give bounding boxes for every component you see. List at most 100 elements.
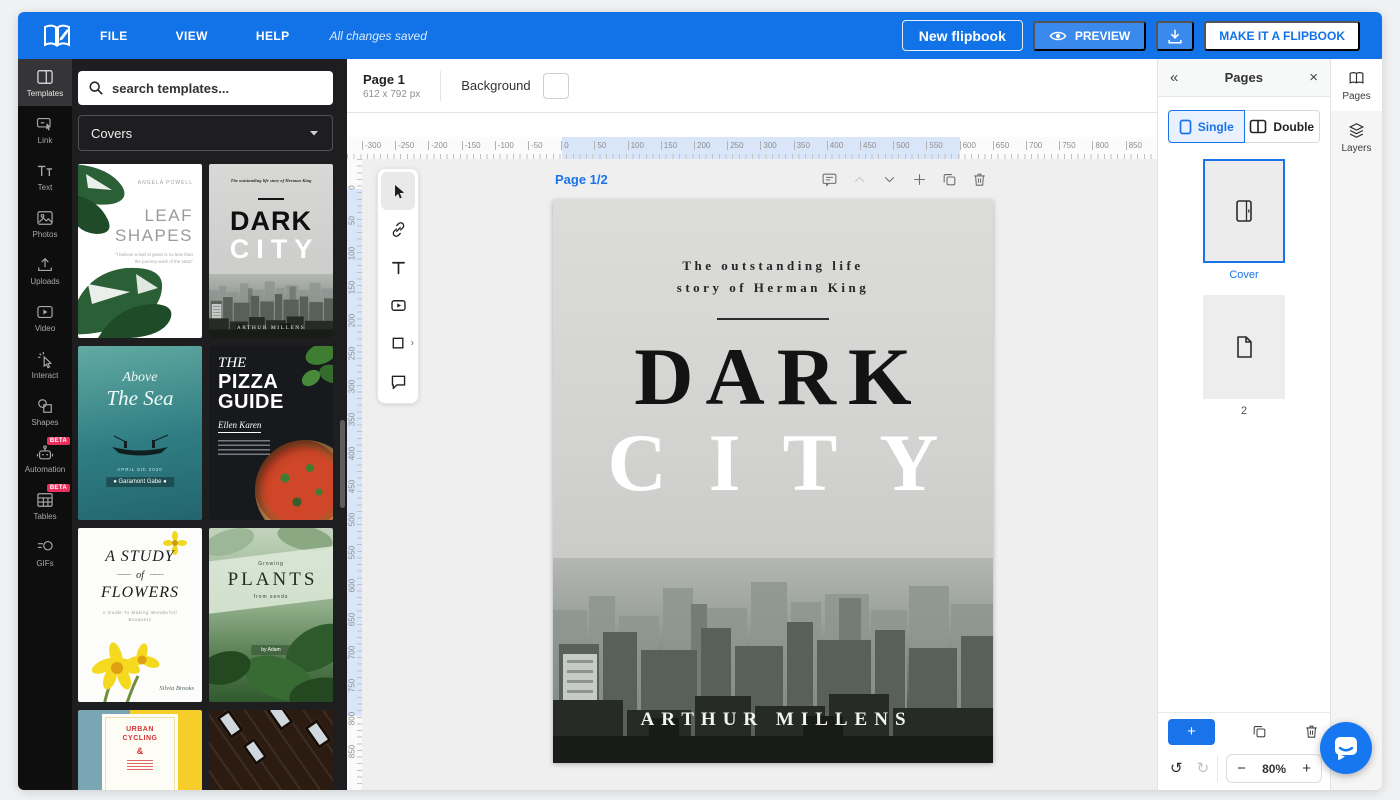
chat-widget-button[interactable] bbox=[1320, 722, 1372, 774]
sidebar-item-text[interactable]: Text bbox=[18, 153, 72, 200]
menu-view[interactable]: VIEW bbox=[176, 29, 208, 43]
cover-tagline[interactable]: The outstanding life story of Herman Kin… bbox=[553, 255, 993, 299]
template-card-leaf-shapes[interactable]: ANGELA POWELL LEAF SHAPES "I believe a l… bbox=[78, 164, 202, 338]
sidebar-item-photos[interactable]: Photos bbox=[18, 200, 72, 247]
collapse-panel-button[interactable]: « bbox=[1170, 69, 1178, 86]
sidebar-item-interact[interactable]: Interact bbox=[18, 341, 72, 388]
single-view-button[interactable]: Single bbox=[1168, 110, 1245, 143]
page-canvas[interactable]: The outstanding life story of Herman Kin… bbox=[553, 200, 993, 763]
duplicate-page-icon[interactable] bbox=[941, 171, 958, 188]
ruler-label: 50 bbox=[594, 141, 606, 150]
cover-divider[interactable] bbox=[717, 318, 829, 320]
canvas-workspace[interactable]: 0501001502002503003504004505005506006507… bbox=[347, 159, 1157, 790]
new-flipbook-button[interactable]: New flipbook bbox=[902, 20, 1023, 51]
template-card-above-the-sea[interactable]: Above The Sea APRIL 6th 2020 ● Garamont … bbox=[78, 346, 202, 520]
ruler-label: -200 bbox=[428, 141, 447, 150]
sidebar-item-automation[interactable]: AutomationBETA bbox=[18, 435, 72, 482]
sidebar-item-tables[interactable]: TablesBETA bbox=[18, 482, 72, 529]
search-input[interactable] bbox=[112, 81, 323, 96]
download-button[interactable] bbox=[1156, 21, 1194, 51]
template-card-living[interactable]: LIVING bbox=[209, 710, 333, 790]
card-ampersand: & bbox=[78, 746, 202, 756]
cover-title-city[interactable]: CITY bbox=[553, 422, 993, 504]
pages-panel-title: Pages bbox=[1225, 70, 1263, 85]
card-title: CITY bbox=[209, 234, 333, 265]
menu-file[interactable]: FILE bbox=[100, 29, 128, 43]
move-page-up-icon[interactable] bbox=[851, 171, 868, 188]
vertical-ruler: 0501001502002503003504004505005506006507… bbox=[347, 159, 362, 790]
ruler-label: 400 bbox=[348, 440, 357, 466]
cover-title-dark[interactable]: DARK bbox=[553, 336, 993, 418]
delete-page-icon[interactable] bbox=[1303, 723, 1320, 740]
preview-button[interactable]: PREVIEW bbox=[1033, 21, 1146, 51]
ruler-label: 600 bbox=[960, 141, 976, 150]
background-label: Background bbox=[461, 78, 530, 93]
ruler-label: -50 bbox=[528, 141, 543, 150]
delete-page-icon[interactable] bbox=[971, 171, 988, 188]
card-title: LEAF SHAPES bbox=[115, 206, 193, 245]
template-search-box[interactable] bbox=[78, 71, 333, 105]
sidebar-item-video[interactable]: Video bbox=[18, 294, 72, 341]
sidebar-item-uploads[interactable]: Uploads bbox=[18, 247, 72, 294]
panel-scrollbar[interactable] bbox=[340, 420, 345, 508]
template-card-study-of-flowers[interactable]: A STUDY of FLOWERS A Guide To Making Won… bbox=[78, 528, 202, 702]
template-card-plants[interactable]: Growing PLANTS from seeds by Adam bbox=[209, 528, 333, 702]
tables-icon bbox=[35, 490, 55, 510]
template-card-urban-cycling[interactable]: URBAN CYCLING & bbox=[78, 710, 202, 790]
zoom-out-button[interactable]: − bbox=[1237, 761, 1246, 776]
video-tool[interactable] bbox=[381, 286, 415, 324]
sidebar-item-templates[interactable]: Templates bbox=[18, 59, 72, 106]
link-tool[interactable] bbox=[381, 210, 415, 248]
download-icon bbox=[1166, 27, 1184, 45]
duplicate-page-icon[interactable] bbox=[1251, 723, 1268, 740]
double-view-button[interactable]: Double bbox=[1245, 110, 1321, 143]
text-tool[interactable] bbox=[381, 248, 415, 286]
ruler-label: 250 bbox=[348, 341, 357, 367]
double-page-icon bbox=[1249, 119, 1267, 134]
category-selected-value: Covers bbox=[91, 126, 132, 141]
template-card-dark-city[interactable]: The outstanding life story of Herman Kin… bbox=[209, 164, 333, 338]
boat-art bbox=[104, 434, 176, 458]
sidebar-item-label: Templates bbox=[27, 89, 63, 98]
flipsnack-logo-icon[interactable] bbox=[42, 23, 72, 49]
shape-tool[interactable]: › bbox=[381, 324, 415, 362]
card-pre-title: Growing bbox=[209, 561, 333, 567]
topbar-actions: New flipbook PREVIEW MAKE IT A FLIPBOOK bbox=[902, 20, 1360, 51]
page-thumbnail-2[interactable] bbox=[1203, 295, 1285, 399]
tab-layers[interactable]: Layers bbox=[1331, 111, 1382, 163]
square-icon bbox=[389, 334, 408, 353]
sidebar-item-link[interactable]: Link bbox=[18, 106, 72, 153]
sidebar-item-label: Photos bbox=[33, 230, 58, 239]
sidebar-item-shapes[interactable]: Shapes bbox=[18, 388, 72, 435]
close-panel-button[interactable]: × bbox=[1309, 69, 1318, 86]
thumbnail-caption-cover: Cover bbox=[1158, 269, 1330, 281]
zoom-in-button[interactable]: + bbox=[1302, 761, 1311, 776]
city-photo[interactable] bbox=[553, 558, 993, 763]
ruler-label: 750 bbox=[348, 673, 357, 699]
menu-help[interactable]: HELP bbox=[256, 29, 290, 43]
template-card-pizza-guide[interactable]: THE PIZZA GUIDE Ellen Karen bbox=[209, 346, 333, 520]
shape-tool-expander[interactable]: › bbox=[411, 338, 414, 349]
select-tool[interactable] bbox=[381, 172, 415, 210]
save-status: All changes saved bbox=[330, 29, 427, 43]
move-page-down-icon[interactable] bbox=[881, 171, 898, 188]
page-thumbnail-cover[interactable] bbox=[1203, 159, 1285, 263]
cover-author[interactable]: ARTHUR MILLENS bbox=[553, 709, 993, 731]
add-page-icon[interactable] bbox=[911, 171, 928, 188]
undo-button[interactable]: ↺ bbox=[1170, 761, 1183, 776]
redo-button[interactable]: ↻ bbox=[1197, 761, 1210, 776]
sidebar-item-gifs[interactable]: GIFs bbox=[18, 529, 72, 576]
right-sidebar: Pages Layers bbox=[1330, 59, 1382, 790]
comment-tool[interactable] bbox=[381, 362, 415, 400]
make-it-a-flipbook-button[interactable]: MAKE IT A FLIPBOOK bbox=[1204, 21, 1360, 51]
card-author: Ellen Karen bbox=[218, 420, 261, 433]
background-color-swatch[interactable] bbox=[543, 73, 569, 99]
card-author: ● Garamont Gabe ● bbox=[106, 477, 174, 487]
category-dropdown[interactable]: Covers bbox=[78, 115, 333, 151]
sidebar-item-label: Automation bbox=[25, 465, 65, 474]
add-page-button[interactable]: + bbox=[1168, 719, 1215, 745]
zoom-level: 80% bbox=[1262, 762, 1286, 776]
page-comment-icon[interactable] bbox=[821, 171, 838, 188]
tab-pages[interactable]: Pages bbox=[1331, 59, 1382, 111]
beta-badge: BETA bbox=[47, 484, 70, 492]
